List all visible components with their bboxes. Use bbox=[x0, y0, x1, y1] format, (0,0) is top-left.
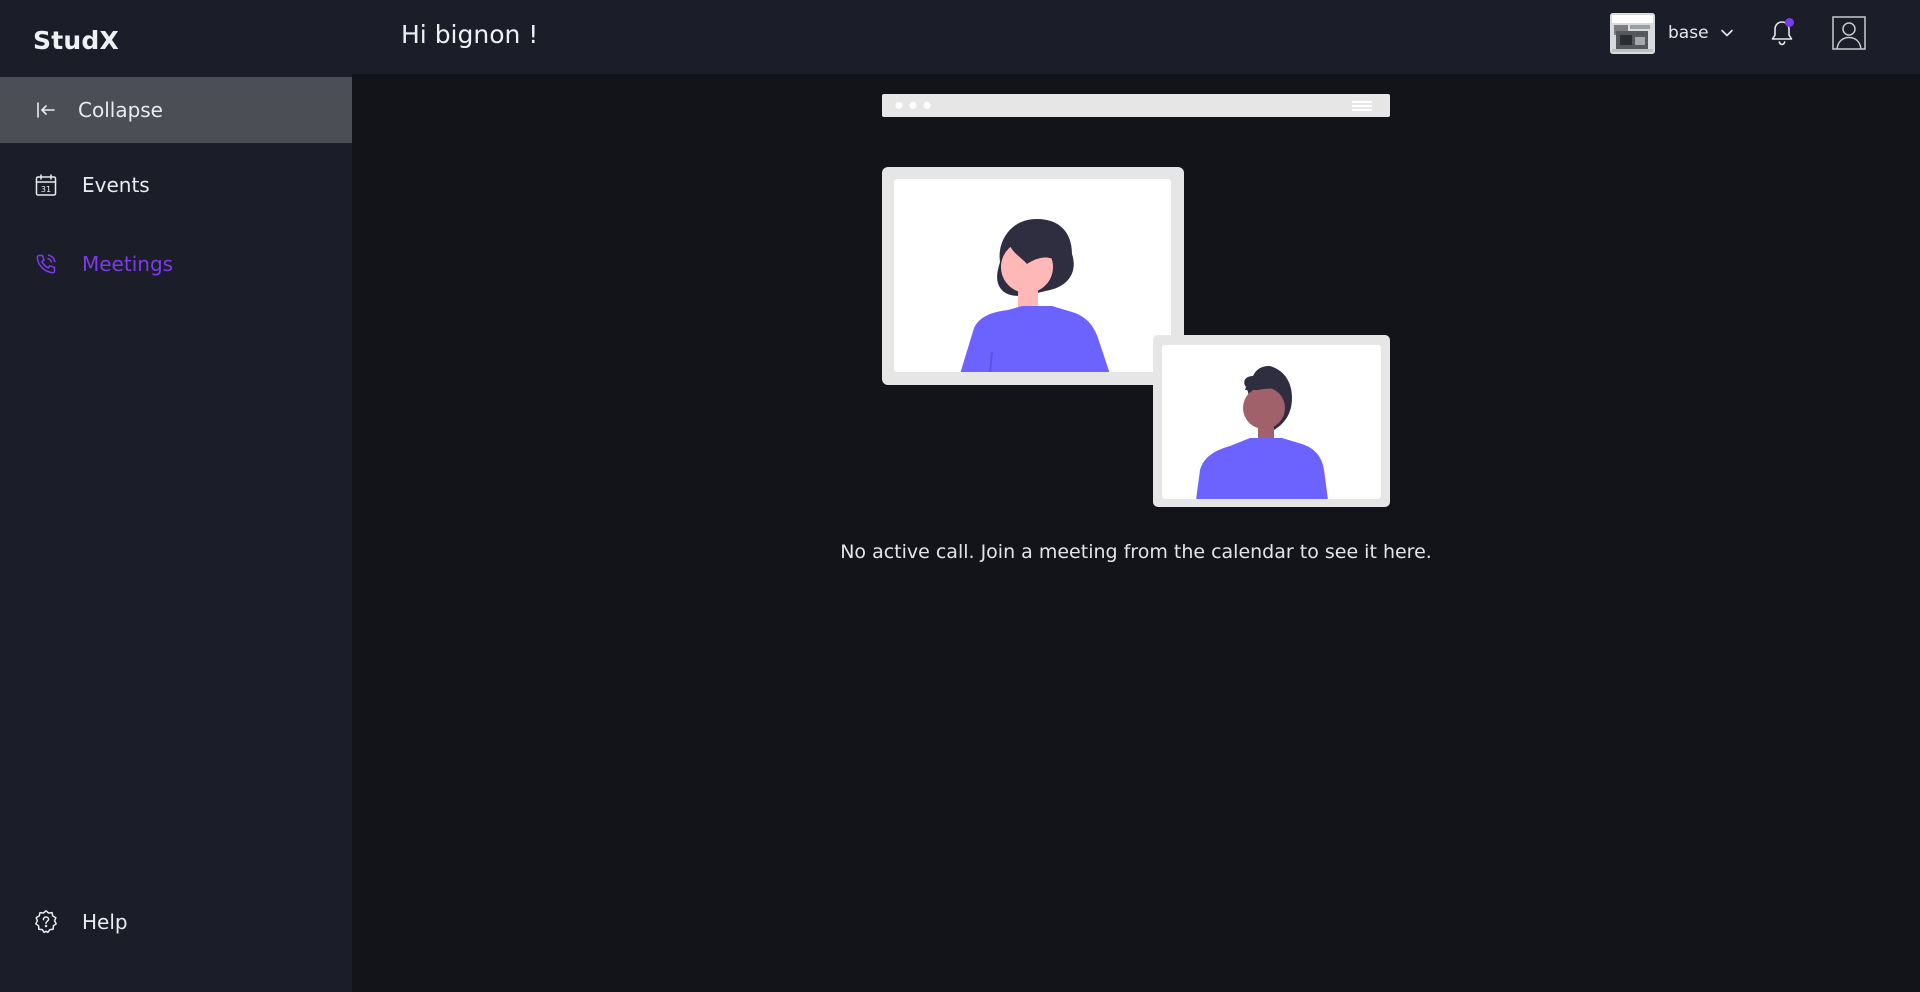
collapse-label: Collapse bbox=[78, 98, 163, 122]
sidebar-item-label: Meetings bbox=[82, 252, 174, 276]
calendar-icon: 31 bbox=[33, 172, 59, 198]
participant-window-small bbox=[1153, 335, 1390, 507]
help-label: Help bbox=[82, 910, 128, 934]
video-call-illustration bbox=[882, 94, 1392, 509]
sidebar-item-events[interactable]: 31 Events bbox=[0, 152, 352, 218]
notification-badge bbox=[1785, 18, 1794, 27]
app-logo: StudX bbox=[33, 26, 119, 55]
help-icon bbox=[33, 909, 59, 935]
empty-state-message: No active call. Join a meeting from the … bbox=[840, 541, 1432, 563]
workspace-thumbnail bbox=[1610, 12, 1655, 54]
calendar-icon-text: 31 bbox=[41, 185, 51, 194]
phone-icon bbox=[33, 251, 59, 277]
workspace-selector[interactable]: base bbox=[1610, 12, 1735, 54]
sidebar: StudX Collapse 31 Events Meetings Help bbox=[0, 0, 352, 992]
collapse-icon bbox=[33, 97, 59, 123]
profile-button[interactable] bbox=[1832, 16, 1866, 50]
notifications-button[interactable] bbox=[1767, 18, 1797, 48]
participant-window-large bbox=[882, 167, 1184, 385]
sidebar-item-help[interactable]: Help bbox=[0, 889, 352, 955]
top-bar: Hi bignon ! base bbox=[352, 0, 1920, 74]
workspace-name: base bbox=[1668, 23, 1709, 43]
browser-bar bbox=[882, 94, 1390, 117]
page-title: Hi bignon ! bbox=[401, 20, 539, 49]
chevron-down-icon bbox=[1719, 25, 1735, 41]
user-icon bbox=[1832, 16, 1866, 50]
sidebar-item-label: Events bbox=[82, 173, 150, 197]
collapse-button[interactable]: Collapse bbox=[0, 77, 352, 143]
sidebar-item-meetings[interactable]: Meetings bbox=[0, 231, 352, 297]
